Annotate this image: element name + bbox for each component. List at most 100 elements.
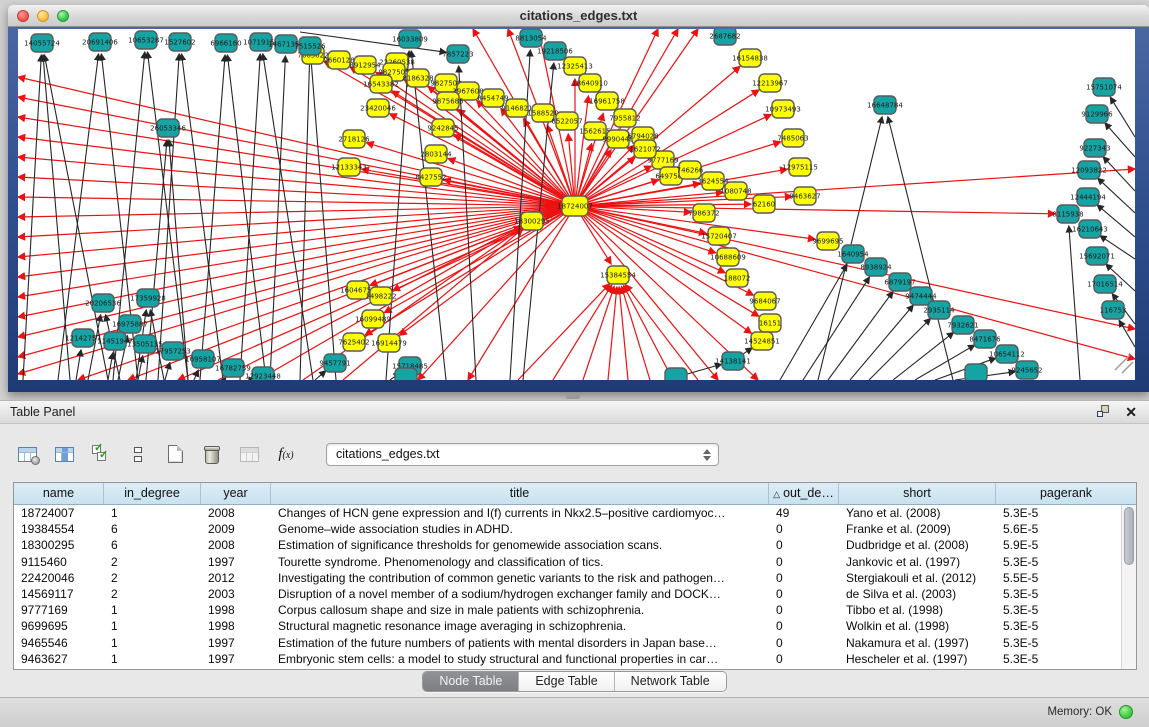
column-header-year[interactable]: year: [201, 483, 271, 504]
tab-network-table[interactable]: Network Table: [614, 672, 726, 691]
svg-text:16958107: 16958107: [185, 355, 221, 363]
table-row[interactable]: 1830029562008Estimation of significance …: [14, 537, 1136, 553]
scrollbar-thumb[interactable]: [1124, 507, 1134, 565]
svg-text:746266: 746266: [677, 166, 704, 174]
cell: 1998: [201, 602, 271, 618]
svg-text:7625402: 7625402: [338, 338, 369, 346]
svg-text:7515526: 7515526: [294, 42, 326, 50]
svg-text:9463627: 9463627: [789, 192, 820, 200]
new-table-icon[interactable]: [162, 440, 188, 468]
status-bar: Memory: OK: [0, 697, 1149, 727]
table-row[interactable]: 946362711997Embryonic stem cells: a mode…: [14, 651, 1136, 667]
cell: Genome–wide association studies in ADHD.: [271, 521, 769, 537]
svg-text:20691406: 20691406: [82, 38, 118, 46]
table-panel-title: Table Panel: [10, 405, 75, 419]
row-height-icon[interactable]: [125, 440, 151, 468]
svg-text:12213967: 12213967: [752, 79, 788, 87]
cell: 1997: [201, 651, 271, 667]
memory-status-label: Memory: OK: [1047, 706, 1112, 718]
table-row[interactable]: 1456911722003Disruption of a novel membe…: [14, 586, 1136, 602]
cell: 0: [769, 651, 839, 667]
svg-text:9699695: 9699695: [812, 237, 843, 245]
svg-text:9227343: 9227343: [1079, 144, 1110, 152]
network-view-frame: 1872400718300295153845549777169649756874…: [8, 27, 1149, 392]
svg-text:7485063: 7485063: [777, 134, 808, 142]
cell: Structural magnetic resonance image aver…: [271, 618, 769, 634]
minimize-window-button[interactable]: [37, 10, 49, 22]
window-title: citations_edges.txt: [8, 5, 1149, 26]
table-row[interactable]: 911546021997Tourette syndrome. Phenomeno…: [14, 554, 1136, 570]
cell: 49: [769, 505, 839, 521]
table-tabbar: Node TableEdge TableNetwork Table: [0, 671, 1149, 692]
table-settings-icon[interactable]: [14, 440, 40, 468]
table-row[interactable]: 977716911998Corpus callosum shape and si…: [14, 602, 1136, 618]
column-header-pagerank[interactable]: pagerank: [996, 483, 1136, 504]
table-select-dropdown[interactable]: citations_edges.txt: [326, 443, 719, 466]
svg-text:16033809: 16033809: [392, 35, 428, 43]
window-titlebar[interactable]: citations_edges.txt: [8, 5, 1149, 27]
cell: 2009: [201, 521, 271, 537]
cell: 5.3E-5: [996, 505, 1136, 521]
column-visibility-icon[interactable]: [51, 440, 77, 468]
column-header-out_de[interactable]: △out_de…: [769, 483, 839, 504]
table-vertical-scrollbar[interactable]: [1121, 505, 1136, 669]
cell: Tourette syndrome. Phenomenology and cla…: [271, 554, 769, 570]
tab-node-table[interactable]: Node Table: [423, 672, 518, 691]
float-panel-icon[interactable]: [1097, 405, 1111, 419]
cell: Wolkin et al. (1998): [839, 618, 996, 634]
svg-text:2718126: 2718126: [338, 135, 370, 143]
svg-text:9129966: 9129966: [1081, 110, 1113, 118]
svg-text:18640910: 18640910: [572, 79, 608, 87]
zoom-window-button[interactable]: [57, 10, 69, 22]
cell: 2008: [201, 505, 271, 521]
cell: 22420046: [14, 570, 104, 586]
svg-text:1621072: 1621072: [629, 145, 660, 153]
network-view-window: citations_edges.txt 18724007183002951538…: [8, 5, 1149, 392]
svg-text:6879197: 6879197: [884, 278, 915, 286]
svg-text:8471676: 8471676: [969, 335, 1001, 343]
table-toolbar: ✓✓ f(x) citations_edges.txt: [14, 436, 719, 472]
tab-edge-table[interactable]: Edge Table: [518, 672, 613, 691]
svg-text:1640954: 1640954: [837, 250, 869, 258]
cell: 5.3E-5: [996, 586, 1136, 602]
select-all-checks-icon[interactable]: ✓✓: [88, 440, 114, 468]
svg-text:8115938: 8115938: [1052, 210, 1083, 218]
svg-text:1080748: 1080748: [720, 187, 751, 195]
table-row[interactable]: 969969511998Structural magnetic resonanc…: [14, 618, 1136, 634]
cell: Franke et al. (2009): [839, 521, 996, 537]
column-header-name[interactable]: name: [14, 483, 104, 504]
svg-text:14524851: 14524851: [744, 337, 780, 345]
cell: 5.6E-5: [996, 521, 1136, 537]
svg-text:16914479: 16914479: [371, 339, 407, 347]
cell: Embryonic stem cells: a model to study s…: [271, 651, 769, 667]
svg-text:12093822: 12093822: [1071, 166, 1107, 174]
cell: 2: [104, 570, 201, 586]
table-row[interactable]: 946554611997Estimation of the future num…: [14, 635, 1136, 651]
svg-text:20206536: 20206536: [85, 299, 121, 307]
close-panel-icon[interactable]: ✕: [1125, 405, 1137, 419]
svg-text:16210643: 16210643: [1072, 225, 1108, 233]
svg-text:9242845: 9242845: [427, 124, 458, 132]
table-row[interactable]: 1938455462009Genome–wide association stu…: [14, 521, 1136, 537]
panel-splitter-handle[interactable]: [566, 394, 580, 399]
table-row[interactable]: 2242004622012Investigating the contribut…: [14, 570, 1136, 586]
network-graph[interactable]: 1872400718300295153845549777169649756874…: [18, 29, 1135, 380]
svg-text:8427552: 8427552: [415, 173, 446, 181]
svg-text:17957253: 17957253: [155, 347, 191, 355]
column-header-in_degree[interactable]: in_degree: [104, 483, 201, 504]
table-select-value: citations_edges.txt: [336, 447, 440, 461]
cell: 9465546: [14, 635, 104, 651]
column-header-short[interactable]: short: [839, 483, 996, 504]
cell: Investigating the contribution of common…: [271, 570, 769, 586]
delete-table-icon[interactable]: [199, 440, 225, 468]
table-row[interactable]: 1872400712008Changes of HCN gene express…: [14, 505, 1136, 521]
function-builder-icon[interactable]: f(x): [273, 440, 299, 468]
svg-text:17359928: 17359928: [130, 294, 166, 302]
close-window-button[interactable]: [17, 10, 29, 22]
dropdown-arrows-icon: [702, 448, 711, 462]
svg-text:8912954: 8912954: [349, 61, 381, 69]
svg-text:1498222: 1498222: [365, 292, 396, 300]
svg-text:19218506: 19218506: [537, 47, 573, 55]
column-header-title[interactable]: title: [271, 483, 769, 504]
cell: 1: [104, 602, 201, 618]
